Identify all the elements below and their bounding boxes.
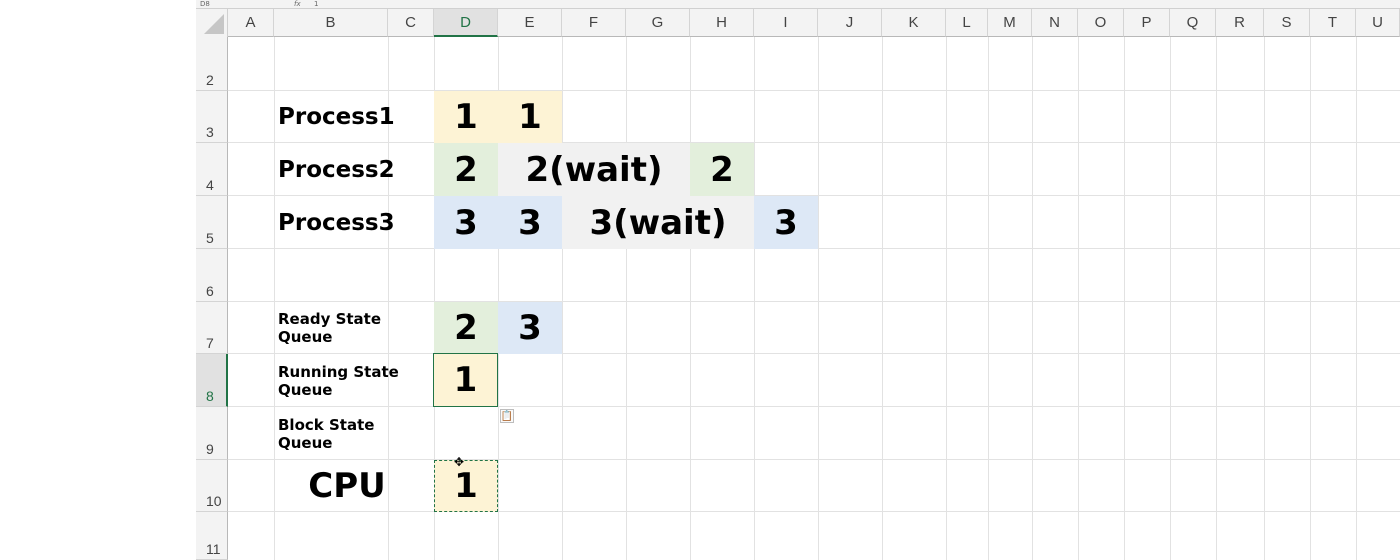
- process3-cell-d[interactable]: 3: [434, 196, 498, 249]
- row-header-11[interactable]: 11: [196, 512, 228, 560]
- formula-bar: D8 fx 1: [196, 0, 1400, 9]
- row-header-3[interactable]: 3: [196, 91, 228, 143]
- column-header-e[interactable]: E: [498, 9, 562, 37]
- block-queue-label[interactable]: Block State Queue: [274, 407, 434, 460]
- process1-cell-e[interactable]: 1: [498, 91, 562, 143]
- process3-cell-e[interactable]: 3: [498, 196, 562, 249]
- process3-cell-i[interactable]: 3: [754, 196, 818, 249]
- column-header-b[interactable]: B: [274, 9, 388, 37]
- cpu-cell-d-copied[interactable]: 1: [434, 460, 498, 512]
- column-header-g[interactable]: G: [626, 9, 690, 37]
- column-header-i[interactable]: I: [754, 9, 818, 37]
- ready-queue-cell-e[interactable]: 3: [498, 302, 562, 354]
- row-header-5[interactable]: 5: [196, 196, 228, 249]
- column-header-a[interactable]: A: [228, 9, 274, 37]
- row-header-7[interactable]: 7: [196, 302, 228, 354]
- row-header-10[interactable]: 10: [196, 460, 228, 512]
- column-header-f[interactable]: F: [562, 9, 626, 37]
- select-all-button[interactable]: [196, 9, 228, 38]
- function-icon[interactable]: fx: [294, 0, 301, 8]
- column-header-n[interactable]: N: [1032, 9, 1078, 37]
- process2-wait-cell[interactable]: 2(wait): [498, 143, 690, 196]
- row-header-6[interactable]: 6: [196, 249, 228, 302]
- column-header-r[interactable]: R: [1216, 9, 1264, 37]
- running-queue-cell-d-selected[interactable]: 1: [433, 353, 498, 407]
- column-header-q[interactable]: Q: [1170, 9, 1216, 37]
- column-header-k[interactable]: K: [882, 9, 946, 37]
- column-header-c[interactable]: C: [388, 9, 434, 37]
- select-all-triangle-icon: [204, 14, 224, 34]
- name-box[interactable]: D8: [200, 0, 210, 8]
- move-cursor-icon: ✥: [454, 455, 465, 469]
- process1-cell-d[interactable]: 1: [434, 91, 498, 143]
- formula-input[interactable]: 1: [314, 0, 318, 8]
- column-header-s[interactable]: S: [1264, 9, 1310, 37]
- ready-queue-cell-d[interactable]: 2: [434, 302, 498, 354]
- column-header-d[interactable]: D: [434, 9, 498, 37]
- ready-queue-label[interactable]: Ready State Queue: [274, 302, 434, 354]
- row-header-4[interactable]: 4: [196, 143, 228, 196]
- process3-label[interactable]: Process3: [274, 196, 395, 249]
- column-header-h[interactable]: H: [690, 9, 754, 37]
- running-queue-label[interactable]: Running State Queue: [274, 354, 434, 407]
- column-header-m[interactable]: M: [988, 9, 1032, 37]
- paste-options-icon[interactable]: 📋: [500, 409, 514, 423]
- cpu-label[interactable]: CPU: [274, 460, 420, 512]
- row-header-9[interactable]: 9: [196, 407, 228, 460]
- column-header-u[interactable]: U: [1356, 9, 1400, 37]
- row-header-2[interactable]: 2: [196, 37, 228, 91]
- column-header-o[interactable]: O: [1078, 9, 1124, 37]
- row-header-8[interactable]: 8: [196, 354, 228, 407]
- column-header-p[interactable]: P: [1124, 9, 1170, 37]
- process2-label[interactable]: Process2: [274, 143, 395, 196]
- process1-label[interactable]: Process1: [274, 91, 395, 143]
- column-header-l[interactable]: L: [946, 9, 988, 37]
- process2-cell-h[interactable]: 2: [690, 143, 754, 196]
- process3-wait-cell[interactable]: 3(wait): [562, 196, 754, 249]
- process2-cell-d[interactable]: 2: [434, 143, 498, 196]
- column-header-t[interactable]: T: [1310, 9, 1356, 37]
- column-header-j[interactable]: J: [818, 9, 882, 37]
